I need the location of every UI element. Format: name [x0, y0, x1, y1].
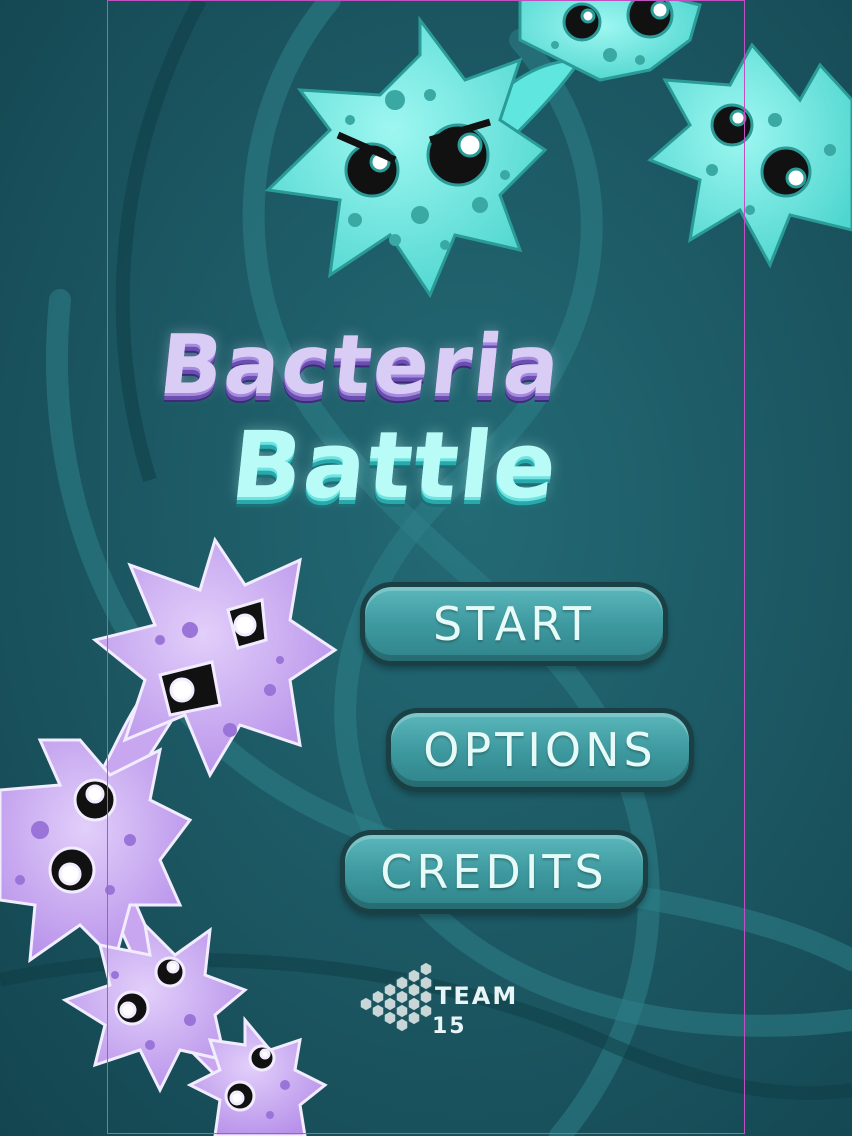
purple-bacterium-middle [0, 738, 193, 964]
credits-button-label: CREDITS [380, 845, 608, 899]
options-button-label: OPTIONS [423, 723, 657, 777]
start-button[interactable]: START [360, 582, 668, 666]
start-button-label: START [433, 597, 595, 651]
main-menu-screen: Bacteria Battle START OPTIONS CREDITS TE… [0, 0, 852, 1136]
team-label: TEAM [435, 982, 519, 1010]
credits-button[interactable]: CREDITS [340, 830, 648, 914]
game-title-line-2: Battle [226, 412, 564, 519]
team-logo: TEAM 15 [360, 958, 560, 1048]
team-number: 15 [432, 1014, 467, 1039]
hexagon-cluster-icon [360, 961, 433, 1033]
game-title-line-1: Bacteria [155, 318, 567, 413]
options-button[interactable]: OPTIONS [386, 708, 694, 792]
